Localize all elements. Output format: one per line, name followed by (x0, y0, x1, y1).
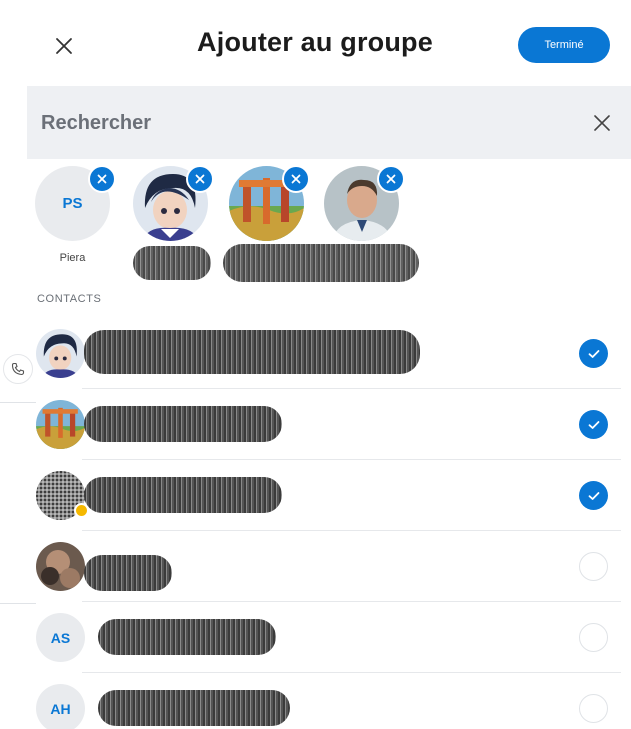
close-icon (195, 174, 205, 184)
contact-name (84, 477, 282, 513)
selected-participants: PS Piera (0, 160, 631, 285)
contact-row[interactable]: AH (36, 673, 621, 729)
contact-name (98, 619, 276, 655)
avatar (36, 542, 85, 591)
avatar-image (36, 542, 85, 591)
avatar-image (36, 400, 85, 449)
contact-name (98, 690, 290, 726)
avatar (36, 400, 85, 449)
close-icon (291, 174, 301, 184)
search-input[interactable] (39, 104, 563, 142)
check-icon (588, 349, 599, 358)
close-icon (97, 174, 107, 184)
remove-participant-button[interactable] (377, 165, 405, 193)
unselected-checkbox[interactable] (579, 694, 608, 723)
selected-checkmark[interactable] (579, 339, 608, 368)
contact-row[interactable]: AS (36, 602, 621, 673)
call-button[interactable] (3, 354, 33, 384)
close-icon (56, 38, 72, 54)
avatar: AH (36, 684, 85, 729)
add-to-group-dialog: Ajouter au groupe Terminé PS Piera (0, 0, 631, 729)
close-icon (594, 115, 610, 131)
contact-row[interactable] (36, 389, 621, 460)
participant-name: Piera (59, 252, 86, 264)
avatar (36, 329, 85, 378)
phone-icon (11, 362, 25, 376)
contact-name (84, 555, 172, 591)
selected-chip (324, 165, 405, 276)
selected-checkmark[interactable] (579, 481, 608, 510)
avatar-initials: AH (36, 684, 85, 729)
close-button[interactable] (50, 32, 78, 60)
remove-participant-button[interactable] (88, 165, 116, 193)
remove-participant-button[interactable] (186, 165, 214, 193)
dialog-header: Ajouter au groupe Terminé (0, 0, 631, 86)
selected-checkmark[interactable] (579, 410, 608, 439)
avatar-initials: AS (36, 613, 85, 662)
avatar: AS (36, 613, 85, 662)
selected-chip: PS Piera (35, 165, 116, 276)
unselected-checkbox[interactable] (579, 552, 608, 581)
page-title: Ajouter au groupe (197, 27, 433, 57)
check-icon (588, 420, 599, 429)
divider (0, 603, 36, 604)
selected-chip (223, 165, 419, 282)
contact-name (84, 406, 282, 442)
contact-name (84, 330, 420, 374)
done-button[interactable]: Terminé (518, 27, 610, 63)
check-icon (588, 491, 599, 500)
selected-chip (133, 165, 214, 280)
contact-row[interactable] (36, 318, 621, 389)
unselected-checkbox[interactable] (579, 623, 608, 652)
redacted-name (133, 246, 211, 280)
clear-search-button[interactable] (589, 110, 615, 136)
avatar-image (36, 329, 85, 378)
contact-row[interactable] (36, 531, 621, 602)
contacts-section-label: CONTACTS (37, 293, 102, 305)
divider (0, 402, 36, 403)
remove-participant-button[interactable] (282, 165, 310, 193)
search-bar (27, 86, 631, 159)
close-icon (386, 174, 396, 184)
contact-row[interactable] (36, 460, 621, 531)
